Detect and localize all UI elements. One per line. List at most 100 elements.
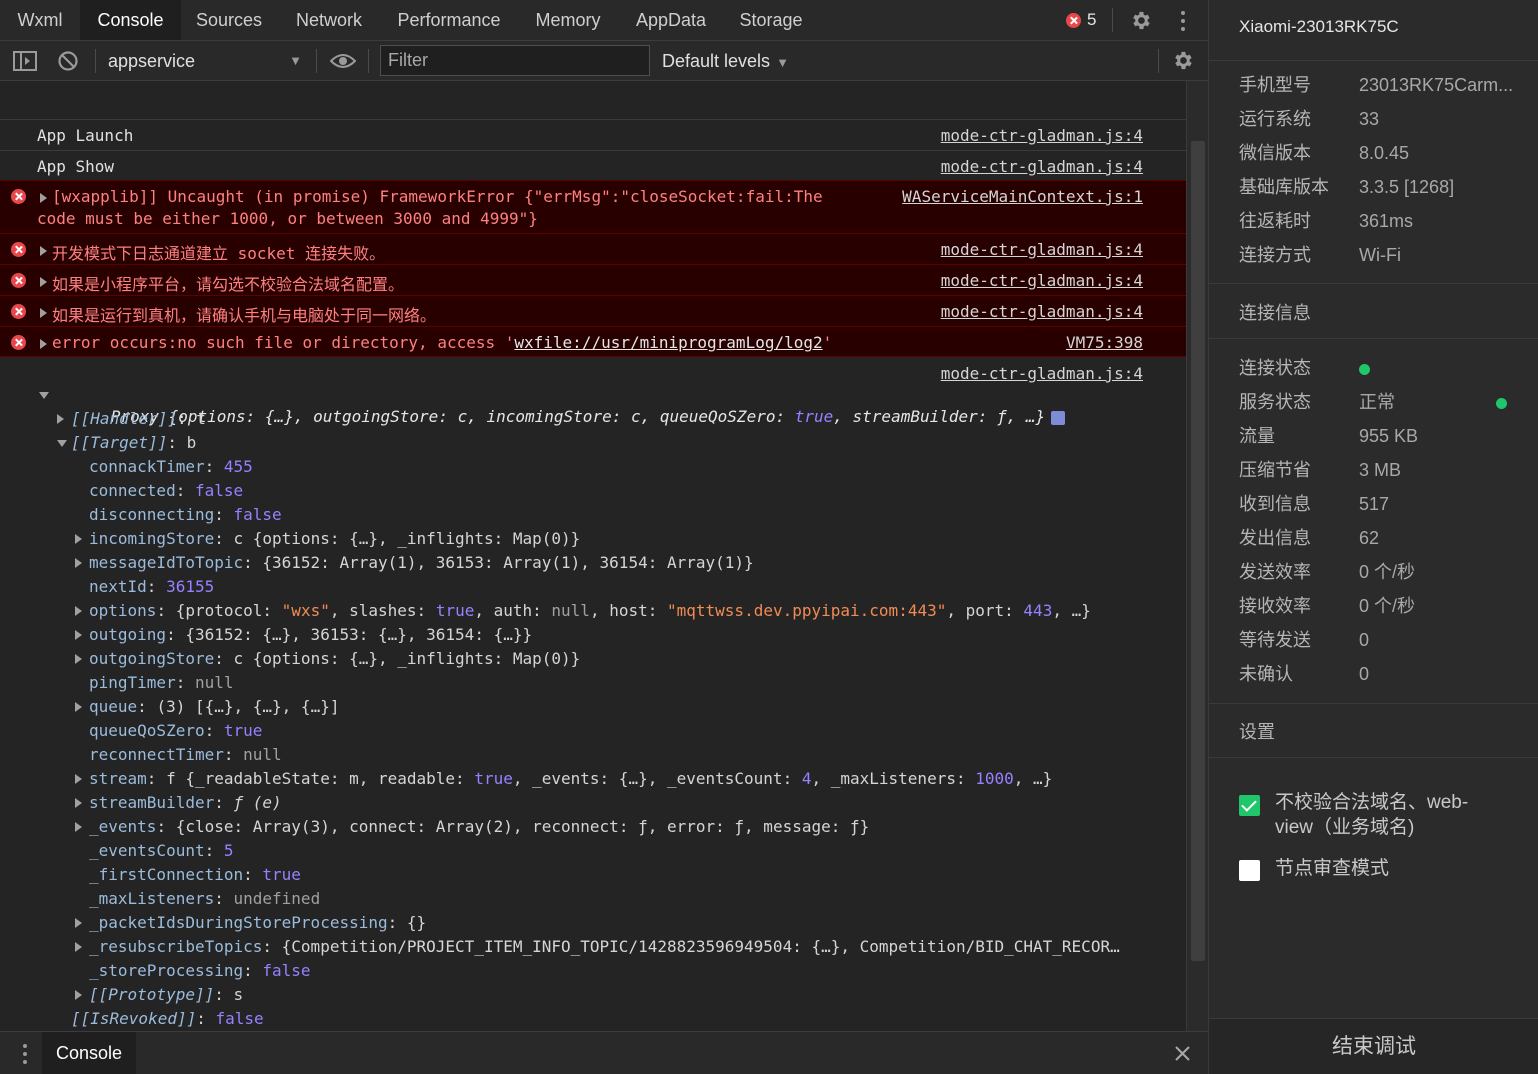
tree-node: _storeProcessing: false: [89, 961, 311, 980]
close-icon[interactable]: [1174, 1045, 1191, 1062]
info-value: 33: [1359, 109, 1380, 129]
tab-storage[interactable]: Storage: [723, 0, 819, 40]
end-debug-button[interactable]: 结束调试: [1209, 1018, 1538, 1074]
error-count-badge[interactable]: 5: [1066, 10, 1096, 30]
console-error-row[interactable]: 开发模式下日志通道建立 socket 连接失败。 mode-ctr-gladma…: [0, 233, 1186, 264]
console-settings-gear-icon[interactable]: [1171, 49, 1194, 72]
info-value: 8.0.45: [1359, 143, 1410, 163]
filter-input[interactable]: [380, 45, 650, 76]
console-message-row: App Launch mode-ctr-gladman.js:4: [0, 119, 1186, 150]
expand-arrow-icon[interactable]: [40, 246, 47, 256]
console-message-row: App Show mode-ctr-gladman.js:4: [0, 150, 1186, 180]
source-link[interactable]: VM75:398: [1066, 333, 1143, 352]
tree-node[interactable]: queue: (3) [{…}, {…}, {…}]: [75, 696, 339, 718]
source-link[interactable]: mode-ctr-gladman.js:4: [941, 271, 1143, 290]
drawer-menu-icon[interactable]: [21, 1043, 29, 1065]
collapse-arrow-icon[interactable]: [57, 440, 67, 447]
log-levels-dropdown[interactable]: Default levels ▼: [662, 49, 789, 75]
prop-value-part: , _maxListeners:: [811, 769, 976, 788]
console-scrollbar[interactable]: [1186, 81, 1208, 1031]
prop-key: _maxListeners: [89, 889, 215, 908]
expand-arrow-icon[interactable]: [75, 558, 82, 568]
expand-arrow-icon[interactable]: [40, 308, 47, 318]
prop-key: pingTimer: [89, 673, 176, 692]
devtools-panel: Wxml Console Sources Network Performance…: [0, 0, 1208, 1074]
tab-wxml[interactable]: Wxml: [0, 0, 80, 40]
prop-value: false: [233, 505, 282, 524]
collapse-arrow-icon[interactable]: [39, 392, 49, 399]
prop-key: _eventsCount: [89, 841, 205, 860]
source-link[interactable]: mode-ctr-gladman.js:4: [941, 240, 1143, 259]
tree-node[interactable]: outgoing: {36152: {…}, 36153: {…}, 36154…: [75, 624, 532, 646]
expand-arrow-icon[interactable]: [75, 606, 82, 616]
tree-node[interactable]: [[Target]]: b: [57, 432, 196, 454]
tree-node[interactable]: [[Handler]]: t: [57, 408, 206, 430]
tab-console[interactable]: Console: [80, 0, 181, 40]
source-link[interactable]: mode-ctr-gladman.js:4: [941, 364, 1143, 383]
status-dot: [1496, 391, 1507, 415]
tree-node[interactable]: _packetIdsDuringStoreProcessing: {}: [75, 912, 426, 934]
tree-node[interactable]: outgoingStore: c {options: {…}, _infligh…: [75, 648, 580, 670]
error-message-suffix: ': [822, 333, 833, 352]
source-link[interactable]: mode-ctr-gladman.js:4: [941, 126, 1143, 145]
tree-node[interactable]: options: {protocol: "wxs", slashes: true…: [75, 600, 1091, 622]
scrollbar-thumb[interactable]: [1191, 141, 1205, 961]
tab-performance[interactable]: Performance: [381, 0, 517, 40]
expand-arrow-icon[interactable]: [75, 798, 82, 808]
tree-node[interactable]: _resubscribeTopics: {Competition/PROJECT…: [75, 936, 1120, 958]
expand-arrow-icon[interactable]: [75, 942, 82, 952]
proxy-summary-text: Proxy {options: {…}, outgoingStore: c, i…: [110, 407, 795, 426]
expand-arrow-icon[interactable]: [75, 918, 82, 928]
proxy-summary[interactable]: Proxy {options: {…}, outgoingStore: c, i…: [39, 384, 1066, 426]
tree-node[interactable]: incomingStore: c {options: {…}, _infligh…: [75, 528, 581, 550]
console-error-row[interactable]: [wxapplib]] Uncaught (in promise) Framew…: [0, 180, 1186, 233]
prop-value: s: [233, 985, 244, 1004]
console-error-row[interactable]: 如果是运行到真机，请确认手机与电脑处于同一网络。 mode-ctr-gladma…: [0, 295, 1186, 326]
prop-value: ƒ (e): [233, 793, 282, 812]
skip-domain-check-label[interactable]: 不校验合法域名、web-view（业务域名): [1275, 790, 1505, 840]
expand-arrow-icon[interactable]: [40, 277, 47, 287]
file-path-link[interactable]: wxfile://usr/miniprogramLog/log2: [514, 333, 822, 352]
expand-arrow-icon[interactable]: [40, 193, 47, 203]
expand-arrow-icon[interactable]: [75, 774, 82, 784]
expand-arrow-icon[interactable]: [75, 630, 82, 640]
tab-network[interactable]: Network: [277, 0, 381, 40]
expand-arrow-icon[interactable]: [75, 990, 82, 1000]
clear-console-icon[interactable]: [57, 50, 79, 72]
console-error-row[interactable]: 如果是小程序平台，请勾选不校验合法域名配置。 mode-ctr-gladman.…: [0, 264, 1186, 295]
tab-appdata[interactable]: AppData: [619, 0, 723, 40]
tab-memory[interactable]: Memory: [517, 0, 619, 40]
tab-sources[interactable]: Sources: [181, 0, 277, 40]
prop-key: [[Handler]]: [71, 409, 177, 428]
stat-label: 压缩节省: [1239, 460, 1311, 480]
tree-node[interactable]: [[Prototype]]: s: [75, 984, 244, 1006]
drawer-tab-console[interactable]: Console: [42, 1032, 136, 1074]
node-inspect-label[interactable]: 节点审查模式: [1275, 856, 1389, 881]
source-link[interactable]: mode-ctr-gladman.js:4: [941, 302, 1143, 321]
node-inspect-checkbox[interactable]: [1239, 860, 1260, 881]
prop-value-part: , …}: [1013, 769, 1053, 788]
expand-arrow-icon[interactable]: [57, 414, 64, 424]
context-select[interactable]: appservice ▼: [108, 49, 308, 73]
prop-value: c {options: {…}, _inflights: Map(0)}: [233, 529, 581, 548]
expand-arrow-icon[interactable]: [75, 702, 82, 712]
more-options-icon[interactable]: [1178, 10, 1188, 32]
expand-arrow-icon[interactable]: [75, 534, 82, 544]
live-expression-eye-icon[interactable]: [330, 52, 356, 70]
expand-arrow-icon[interactable]: [75, 822, 82, 832]
skip-domain-check-checkbox[interactable]: [1239, 795, 1260, 816]
tree-node[interactable]: stream: f {_readableState: m, readable: …: [75, 768, 1053, 790]
source-link[interactable]: mode-ctr-gladman.js:4: [941, 157, 1143, 176]
tree-node[interactable]: messageIdToTopic: {36152: Array(1), 3615…: [75, 552, 754, 574]
settings-gear-icon[interactable]: [1129, 9, 1152, 32]
tree-node[interactable]: _events: {close: Array(3), connect: Arra…: [75, 816, 869, 838]
source-link[interactable]: WAServiceMainContext.js:1: [902, 187, 1143, 206]
prop-value: false: [194, 481, 244, 500]
expand-arrow-icon[interactable]: [75, 654, 82, 664]
sidebar-toggle-icon[interactable]: [13, 51, 37, 71]
expand-arrow-icon[interactable]: [40, 339, 47, 349]
info-icon[interactable]: [1051, 410, 1066, 425]
tree-node[interactable]: streamBuilder: ƒ (e): [75, 792, 282, 814]
console-error-row[interactable]: error occurs:no such file or directory, …: [0, 326, 1186, 357]
tree-node: disconnecting: false: [89, 505, 282, 524]
